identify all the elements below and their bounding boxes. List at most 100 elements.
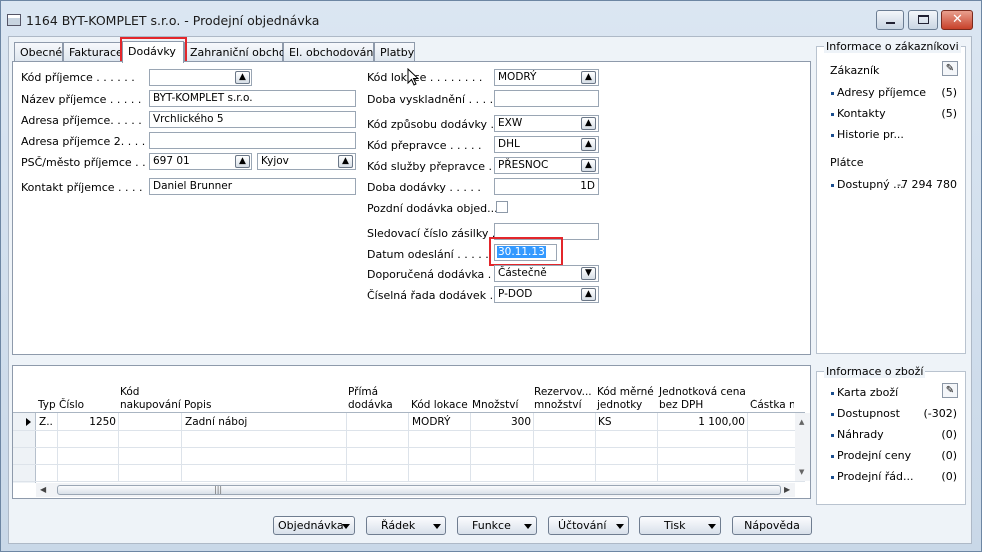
factbox-link-prodejni-radky[interactable]: Prodejní řád... [837, 470, 914, 483]
factbox-customer-title: Informace o zákazníkovi [824, 40, 961, 53]
maximize-icon [918, 15, 929, 24]
scroll-up-icon[interactable]: ▲ [799, 418, 804, 426]
col-header-typ[interactable]: Typ [38, 399, 56, 412]
tab-el-obchodovani[interactable]: El. obchodování [283, 42, 377, 62]
button-uctovani[interactable]: Účtování [548, 516, 629, 535]
row-divider [13, 430, 805, 431]
field-adresa-prijemce-2[interactable] [149, 132, 356, 149]
app-icon [7, 14, 21, 26]
tab-platby[interactable]: Platby [374, 42, 415, 62]
cell-mnozstvi[interactable]: 300 [472, 416, 531, 428]
scroll-right-icon[interactable]: ▶ [784, 485, 790, 494]
tab-label: Zahraniční obchod [190, 46, 293, 59]
dropdown-arrow-icon [524, 524, 532, 529]
window-title: 1164 BYT-KOMPLET s.r.o. - Prodejní objed… [26, 13, 320, 28]
checkbox-pozdni-dodavka[interactable] [496, 201, 508, 213]
field-doba-vyskladneni[interactable] [494, 90, 599, 107]
col-header-kod-lokace[interactable]: Kód lokace [411, 399, 468, 412]
factbox-link-dostupny[interactable]: Dostupný ... [837, 178, 904, 191]
scroll-thumb[interactable]: ||| [57, 485, 781, 495]
factbox-value: (0) [941, 470, 957, 483]
lookup-arrow-icon[interactable]: ▲ [235, 71, 250, 84]
bullet-icon [831, 476, 834, 479]
tab-dodavky[interactable]: Dodávky [122, 41, 184, 63]
cell-popis[interactable]: Zadní náboj [185, 416, 247, 428]
cell-kod-lokace[interactable]: MODRÝ [412, 416, 450, 428]
field-kontakt[interactable]: Daniel Brunner [149, 178, 356, 195]
col-divider [595, 413, 596, 481]
tab-label: Dodávky [128, 45, 176, 58]
scroll-left-icon[interactable]: ◀ [40, 485, 46, 494]
button-tisk[interactable]: Tisk [639, 516, 721, 535]
button-label: Funkce [472, 519, 511, 532]
col-header-jednotkova-cena[interactable]: Jednotková cena bez DPH [659, 386, 749, 412]
lookup-arrow-icon[interactable]: ▲ [581, 138, 596, 151]
factbox-link-adresy-prijemce[interactable]: Adresy příjemce [837, 86, 926, 99]
tab-obecne[interactable]: Obecné [14, 42, 63, 62]
col-header-prima-dodavka[interactable]: Přímá dodávka [348, 386, 398, 412]
col-divider [470, 413, 471, 481]
tab-fakturace[interactable]: Fakturace [63, 42, 123, 62]
label-kod-sluzby-prepravce: Kód služby přepravce . . [367, 160, 499, 173]
label-sledovaci-cislo: Sledovací číslo zásilky . . [367, 227, 503, 240]
lookup-arrow-icon[interactable]: ▲ [581, 159, 596, 172]
dropdown-arrow-icon [616, 524, 624, 529]
button-label: Řádek [381, 519, 416, 532]
mouse-cursor-icon [407, 68, 419, 86]
factbox-value: (-302) [923, 407, 957, 420]
label-datum-odeslani: Datum odeslání . . . . . [367, 248, 489, 261]
current-row-arrow-icon [26, 418, 31, 426]
factbox-value: -7 294 780 [897, 178, 957, 191]
col-divider [533, 413, 534, 481]
lookup-arrow-icon[interactable]: ▲ [581, 71, 596, 84]
row-divider [13, 481, 805, 482]
field-adresa-prijemce[interactable]: Vrchlického 5 [149, 111, 356, 128]
maximize-button[interactable] [908, 10, 938, 30]
factbox-link-nahrady[interactable]: Náhrady [837, 428, 884, 441]
button-napoveda[interactable]: Nápověda [732, 516, 812, 535]
factbox-link-prodejni-ceny[interactable]: Prodejní ceny [837, 449, 911, 462]
minimize-button[interactable] [876, 10, 904, 30]
col-header-kod-nakupovani[interactable]: Kód nakupování [120, 386, 181, 412]
edit-icon[interactable]: ✎ [942, 61, 958, 76]
lookup-arrow-icon[interactable]: ▲ [338, 155, 353, 168]
col-header-kod-merne[interactable]: Kód měrné jednotky [597, 386, 655, 412]
lookup-arrow-icon[interactable]: ▲ [581, 117, 596, 130]
cell-jednotkova-cena[interactable]: 1 100,00 [659, 416, 745, 428]
factbox-link-dostupnost[interactable]: Dostupnost [837, 407, 900, 420]
close-icon: ✕ [952, 12, 963, 27]
close-button[interactable]: ✕ [941, 10, 973, 30]
col-divider [657, 413, 658, 481]
factbox-link-kontakty[interactable]: Kontakty [837, 107, 886, 120]
field-nazev-prijemce[interactable]: BYT-KOMPLET s.r.o. [149, 90, 356, 107]
label-kontakt: Kontakt příjemce . . . . [21, 181, 143, 194]
label-pozdni-dodavka: Pozdní dodávka objed... [367, 202, 498, 215]
lookup-arrow-icon[interactable]: ▲ [235, 155, 250, 168]
col-header-rezervovane[interactable]: Rezervov... množství [534, 386, 594, 412]
factbox-link-historie[interactable]: Historie pr... [837, 128, 904, 141]
dropdown-arrow-icon[interactable]: ▼ [581, 267, 596, 280]
col-header-cislo[interactable]: Číslo [59, 399, 84, 412]
col-header-mnozstvi[interactable]: Množství [472, 399, 518, 412]
col-divider [747, 413, 748, 481]
button-radek[interactable]: Řádek [366, 516, 446, 535]
tab-label: El. obchodování [289, 46, 377, 59]
col-divider [408, 413, 409, 481]
lookup-arrow-icon[interactable]: ▲ [581, 288, 596, 301]
col-header-castka[interactable]: Částka na [750, 399, 794, 412]
cell-kod-merne[interactable]: KS [598, 416, 612, 428]
button-funkce[interactable]: Funkce [457, 516, 537, 535]
col-header-popis[interactable]: Popis [184, 399, 211, 412]
dropdown-arrow-icon [433, 524, 441, 529]
field-doba-dodavky[interactable]: 1D [494, 178, 599, 195]
col-divider [57, 413, 58, 481]
edit-icon[interactable]: ✎ [942, 383, 958, 398]
cell-cislo[interactable]: 1250 [59, 416, 116, 428]
button-label: Účtování [558, 519, 607, 532]
button-objednavka[interactable]: Objednávka [273, 516, 355, 535]
tab-zahranicni-obchod[interactable]: Zahraniční obchod [184, 42, 293, 62]
label-psc-mesto: PSČ/město příjemce . . . [21, 156, 153, 169]
cell-typ[interactable]: Z.. [39, 416, 53, 428]
factbox-link-karta-zbozi[interactable]: Karta zboží [837, 386, 898, 399]
scroll-down-icon[interactable]: ▼ [799, 468, 804, 476]
